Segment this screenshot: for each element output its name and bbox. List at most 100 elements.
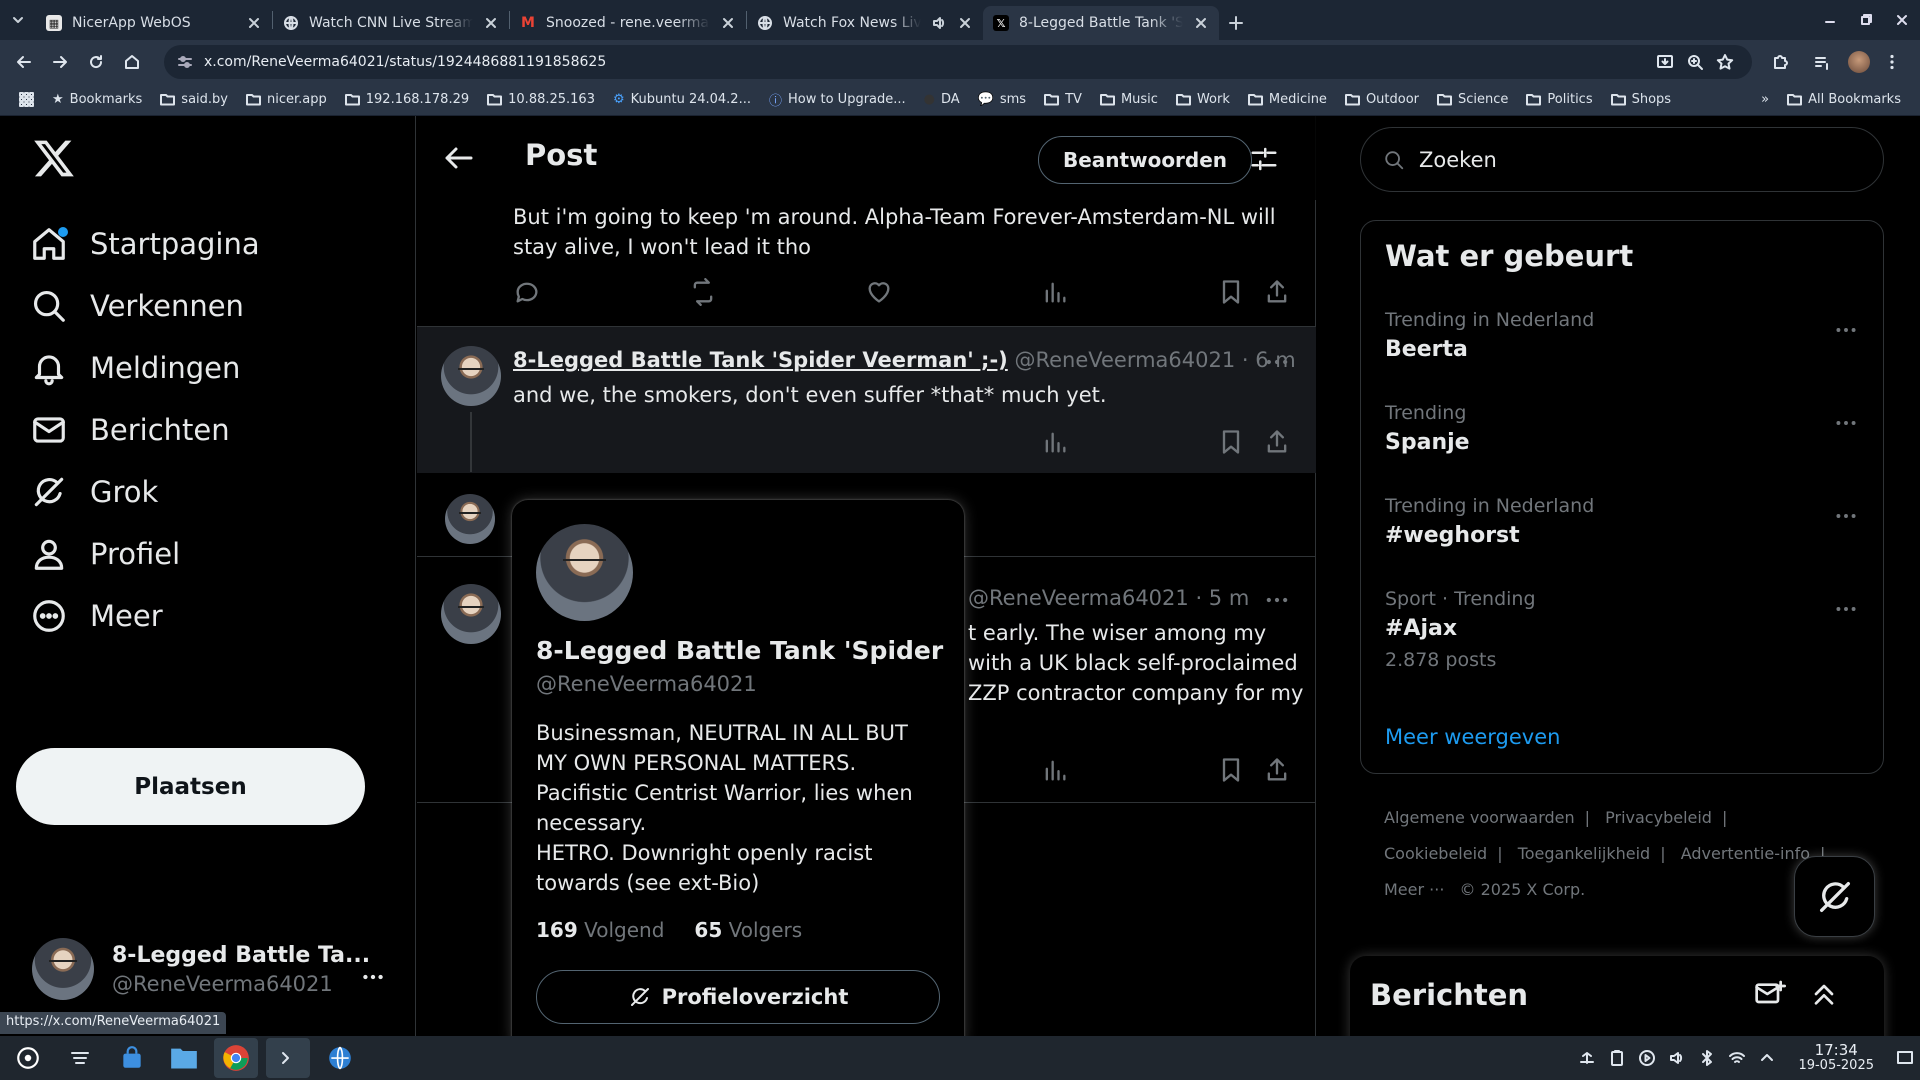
messages-drawer[interactable]: Berichten: [1350, 956, 1884, 1036]
system-clock[interactable]: 17:34 19-05-2025: [1798, 1043, 1874, 1074]
bookmark-icon[interactable]: [1217, 278, 1245, 306]
profile-name[interactable]: 8-Legged Battle Tank 'Spider V...: [536, 636, 946, 665]
bookmark-folder[interactable]: Outdoor: [1336, 86, 1428, 114]
author-name[interactable]: 8-Legged Battle Tank 'Spider Veerman' ;-…: [513, 348, 1008, 372]
sliders-icon[interactable]: [1249, 144, 1279, 174]
bookmark-folder[interactable]: Politics: [1517, 86, 1601, 114]
bookmark-folder[interactable]: said.by: [151, 86, 237, 114]
new-message-icon[interactable]: [1754, 978, 1786, 1010]
reply-icon[interactable]: [513, 278, 541, 306]
account-switcher[interactable]: 8-Legged Battle Ta... @ReneVeerma64021: [32, 938, 370, 1000]
back-button[interactable]: [8, 46, 40, 78]
browser-menu-button[interactable]: [1876, 46, 1908, 78]
close-tab-icon[interactable]: [720, 15, 736, 31]
more-dots-icon[interactable]: [1833, 317, 1859, 343]
site-info-icon[interactable]: [176, 53, 194, 71]
nav-item-notifications[interactable]: Meldingen: [30, 340, 240, 396]
views-chart-icon[interactable]: [1041, 428, 1069, 456]
nav-item-home[interactable]: Startpagina: [30, 216, 260, 272]
bookmark-folder[interactable]: nicer.app: [237, 86, 336, 114]
bookmark-folder[interactable]: Medicine: [1239, 86, 1336, 114]
address-bar[interactable]: x.com/ReneVeerma64021/status/19244868811…: [164, 45, 1752, 79]
all-bookmarks-folder[interactable]: All Bookmarks: [1778, 86, 1910, 114]
bookmark-icon[interactable]: [1217, 756, 1245, 784]
chrome-taskbar-button[interactable]: [214, 1038, 258, 1078]
reload-button[interactable]: [80, 46, 112, 78]
show-more-link[interactable]: Meer weergeven: [1385, 725, 1560, 749]
browser-tab[interactable]: Watch CNN Live Streaming: [273, 6, 509, 40]
close-tab-icon[interactable]: [483, 15, 499, 31]
terminal-taskbar-button[interactable]: [266, 1038, 310, 1078]
author-handle-time[interactable]: @ReneVeerma64021 · 5 m: [968, 586, 1249, 610]
heart-icon[interactable]: [865, 278, 893, 306]
maximize-button[interactable]: [1848, 0, 1884, 40]
footer-link-accessibility[interactable]: Toegankelijkheid: [1518, 844, 1651, 863]
close-tab-icon[interactable]: [957, 15, 973, 31]
more-dots-icon[interactable]: [360, 964, 386, 990]
task-manager-button[interactable]: [58, 1038, 102, 1078]
footer-more-button[interactable]: Meer ···: [1384, 880, 1444, 899]
profile-handle[interactable]: @ReneVeerma64021: [536, 672, 757, 696]
bluetooth-icon[interactable]: [1698, 1049, 1716, 1067]
bookmark-item[interactable]: ⓘ How to Upgrade...: [760, 86, 915, 114]
minimize-button[interactable]: [1812, 0, 1848, 40]
more-dots-icon[interactable]: [1263, 348, 1291, 376]
more-dots-icon[interactable]: [1833, 410, 1859, 436]
nav-item-more[interactable]: Meer: [30, 588, 163, 644]
bookmark-folder[interactable]: 192.168.178.29: [336, 86, 478, 114]
volume-icon[interactable]: [1668, 1049, 1686, 1067]
bookmark-folder[interactable]: Music: [1091, 86, 1167, 114]
close-window-button[interactable]: [1884, 0, 1920, 40]
tab-search-button[interactable]: [0, 0, 36, 40]
following-link[interactable]: 169 Volgend: [536, 918, 664, 942]
avatar[interactable]: [536, 524, 633, 621]
bookmark-item[interactable]: ⚙ Kubuntu 24.04.2...: [604, 86, 760, 114]
browser-tab[interactable]: Watch Fox News Live Str: [747, 6, 983, 40]
forward-button[interactable]: [44, 46, 76, 78]
bookmark-item[interactable]: ● DA: [915, 86, 969, 114]
extensions-button[interactable]: [1764, 46, 1796, 78]
network-activity-icon[interactable]: [1578, 1049, 1596, 1067]
x-logo-link[interactable]: [32, 136, 76, 180]
browser-tab[interactable]: M Snoozed - rene.veerman.ne: [510, 6, 746, 40]
double-chevron-up-icon[interactable]: [1808, 978, 1840, 1010]
store-app-button[interactable]: [110, 1038, 154, 1078]
file-manager-button[interactable]: [162, 1038, 206, 1078]
app-launcher-button[interactable]: [318, 1038, 362, 1078]
bookmark-folder[interactable]: TV: [1035, 86, 1091, 114]
views-chart-icon[interactable]: [1041, 756, 1069, 784]
bookmark-star-button[interactable]: [1710, 47, 1740, 77]
browser-profile-avatar[interactable]: [1848, 51, 1870, 73]
views-chart-icon[interactable]: [1041, 278, 1069, 306]
install-app-button[interactable]: [1650, 47, 1680, 77]
bookmark-icon[interactable]: [1217, 428, 1245, 456]
followers-link[interactable]: 65 Volgers: [694, 918, 802, 942]
media-controls-button[interactable]: [1806, 46, 1838, 78]
avatar[interactable]: [441, 584, 501, 644]
bookmark-item[interactable]: 💬 sms: [969, 86, 1035, 114]
share-icon[interactable]: [1263, 428, 1291, 456]
bookmark-folder[interactable]: Shops: [1602, 86, 1680, 114]
apps-button[interactable]: [10, 86, 43, 114]
trend-item[interactable]: Trending in Nederland Beerta: [1385, 309, 1865, 362]
footer-link-terms[interactable]: Algemene voorwaarden: [1384, 808, 1575, 827]
reply-button[interactable]: Beantwoorden: [1038, 136, 1253, 184]
repost-icon[interactable]: [689, 278, 717, 306]
more-dots-icon[interactable]: [1263, 586, 1291, 614]
search-box[interactable]: Zoeken: [1360, 127, 1884, 192]
bookmark-folder[interactable]: Work: [1167, 86, 1239, 114]
trend-item[interactable]: Trending in Nederland #weghorst: [1385, 495, 1865, 548]
media-player-icon[interactable]: [1638, 1049, 1656, 1067]
grok-floating-button[interactable]: [1794, 856, 1875, 937]
bookmark-folder[interactable]: Science: [1428, 86, 1517, 114]
more-dots-icon[interactable]: [1833, 596, 1859, 622]
author-handle-time[interactable]: @ReneVeerma64021 · 6 m: [1014, 348, 1295, 372]
search-input[interactable]: Zoeken: [1419, 148, 1497, 172]
share-icon[interactable]: [1263, 278, 1291, 306]
nav-item-messages[interactable]: Berichten: [30, 402, 230, 458]
nav-item-profile[interactable]: Profiel: [30, 526, 180, 582]
zoom-button[interactable]: [1680, 47, 1710, 77]
chevron-up-icon[interactable]: [1758, 1049, 1776, 1067]
browser-tab[interactable]: ▦ NicerApp WebOS: [36, 6, 272, 40]
wifi-icon[interactable]: [1728, 1049, 1746, 1067]
